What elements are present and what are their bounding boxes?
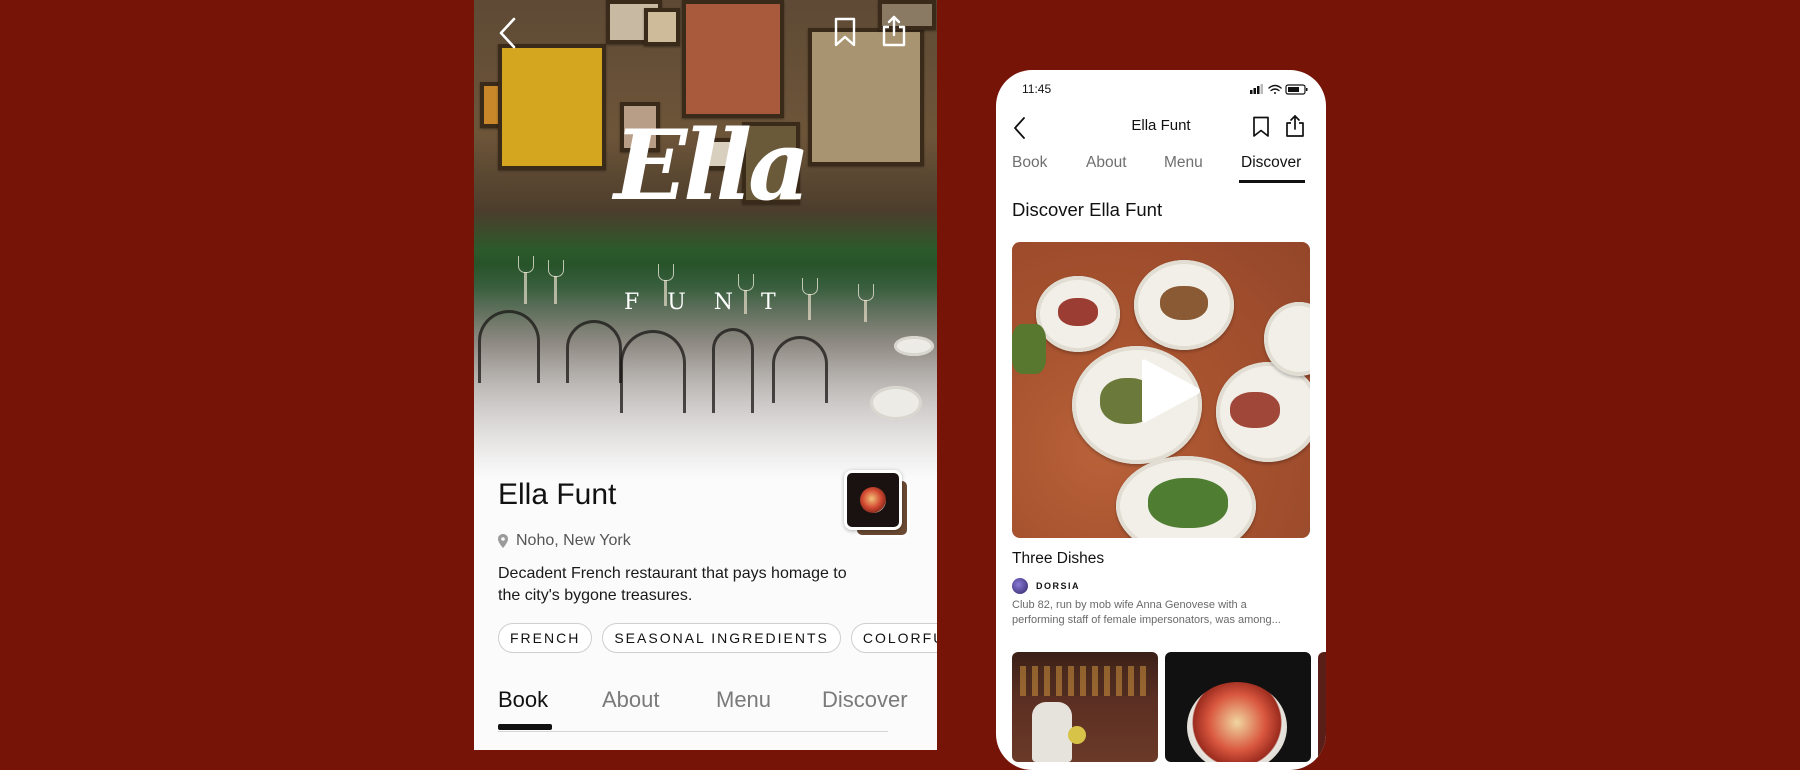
wine-glass xyxy=(518,256,534,304)
restaurant-title: Ella Funt xyxy=(498,478,617,511)
tab-about[interactable]: About xyxy=(602,687,660,713)
restaurant-detail-screen: Ella FUNT Ella Funt Noho, New York Decad… xyxy=(474,0,937,750)
restaurant-description: Decadent French restaurant that pays hom… xyxy=(498,565,847,604)
phone-screen: 11:45 Ella Funt Book About Menu Discover… xyxy=(996,70,1326,770)
restaurant-logo-script: Ella xyxy=(614,109,810,222)
bookmark-icon[interactable] xyxy=(832,16,858,48)
dish-image xyxy=(1187,682,1287,762)
content-source[interactable]: DORSIA xyxy=(1012,578,1080,594)
wine-glass xyxy=(548,260,564,304)
tag-chip[interactable]: COLORFUL I xyxy=(850,623,937,653)
plate xyxy=(870,386,922,420)
tag-list: FRENCH SEASONAL INGREDIENTS COLORFUL I xyxy=(498,623,937,653)
share-icon[interactable] xyxy=(1285,114,1305,138)
tab-bar: Book About Menu Discover xyxy=(1012,154,1310,186)
wifi-icon xyxy=(1268,84,1282,94)
lemon xyxy=(1068,726,1086,744)
tag-chip[interactable]: SEASONAL INGREDIENTS xyxy=(602,623,841,653)
gallery-thumbnail xyxy=(844,470,902,530)
tab-menu[interactable]: Menu xyxy=(716,687,771,713)
battery-icon xyxy=(1285,84,1308,95)
bistro-chair xyxy=(772,336,828,403)
restaurant-location: Noho, New York xyxy=(498,532,631,550)
share-icon[interactable] xyxy=(880,14,908,48)
discover-gallery xyxy=(1012,652,1326,770)
play-icon[interactable] xyxy=(1138,356,1202,426)
location-text: Noho, New York xyxy=(516,532,631,549)
source-name: DORSIA xyxy=(1036,581,1081,591)
food xyxy=(1160,286,1208,320)
food xyxy=(1230,392,1280,428)
restaurant-logo-subtitle: FUNT xyxy=(624,290,804,315)
tab-book[interactable]: Book xyxy=(1012,154,1047,172)
tab-bar: Book About Menu Discover xyxy=(498,687,908,732)
video-title: Three Dishes xyxy=(1012,550,1105,567)
tab-discover[interactable]: Discover xyxy=(1241,154,1301,172)
video-card[interactable] xyxy=(1012,242,1310,538)
artwork xyxy=(808,28,924,166)
bottle-shelf xyxy=(1020,666,1150,696)
signal-icon xyxy=(1250,84,1263,94)
screen-title: Ella Funt xyxy=(1131,117,1191,134)
article-blurb: Club 82, run by mob wife Anna Genovese w… xyxy=(1012,599,1281,626)
wine-glass xyxy=(858,284,874,322)
food xyxy=(1058,298,1098,326)
gallery-thumbnail[interactable] xyxy=(1165,652,1311,762)
tab-about[interactable]: About xyxy=(1086,154,1127,172)
wine-glass xyxy=(802,278,818,320)
bistro-chair xyxy=(566,320,622,383)
artwork xyxy=(682,0,784,118)
artwork xyxy=(644,8,680,46)
chevron-left-icon[interactable] xyxy=(496,16,522,50)
hero-photo xyxy=(474,0,937,480)
status-bar-icons xyxy=(1250,84,1308,95)
source-avatar xyxy=(1012,578,1028,594)
tab-book[interactable]: Book xyxy=(498,687,548,713)
bistro-chair xyxy=(712,328,754,413)
artwork xyxy=(498,44,606,170)
tag-chip[interactable]: FRENCH xyxy=(498,623,593,653)
active-tab-indicator xyxy=(498,724,552,730)
bistro-chair xyxy=(620,330,686,413)
gallery-thumbnail[interactable] xyxy=(1318,652,1326,762)
dish-image xyxy=(860,487,886,513)
location-pin-icon xyxy=(498,534,508,548)
gallery-thumbnail[interactable] xyxy=(1012,652,1158,762)
bookmark-icon[interactable] xyxy=(1252,116,1270,138)
food xyxy=(1012,324,1046,374)
active-tab-indicator xyxy=(1239,180,1305,183)
vase xyxy=(1032,702,1072,762)
section-heading: Discover Ella Funt xyxy=(1012,199,1163,220)
food xyxy=(1148,478,1228,528)
tab-menu[interactable]: Menu xyxy=(1164,154,1203,172)
plate xyxy=(894,336,934,356)
bistro-chair xyxy=(478,310,540,383)
gallery-thumbnail-stack[interactable] xyxy=(844,470,910,538)
tab-discover[interactable]: Discover xyxy=(822,687,908,713)
status-time: 11:45 xyxy=(1022,82,1052,96)
